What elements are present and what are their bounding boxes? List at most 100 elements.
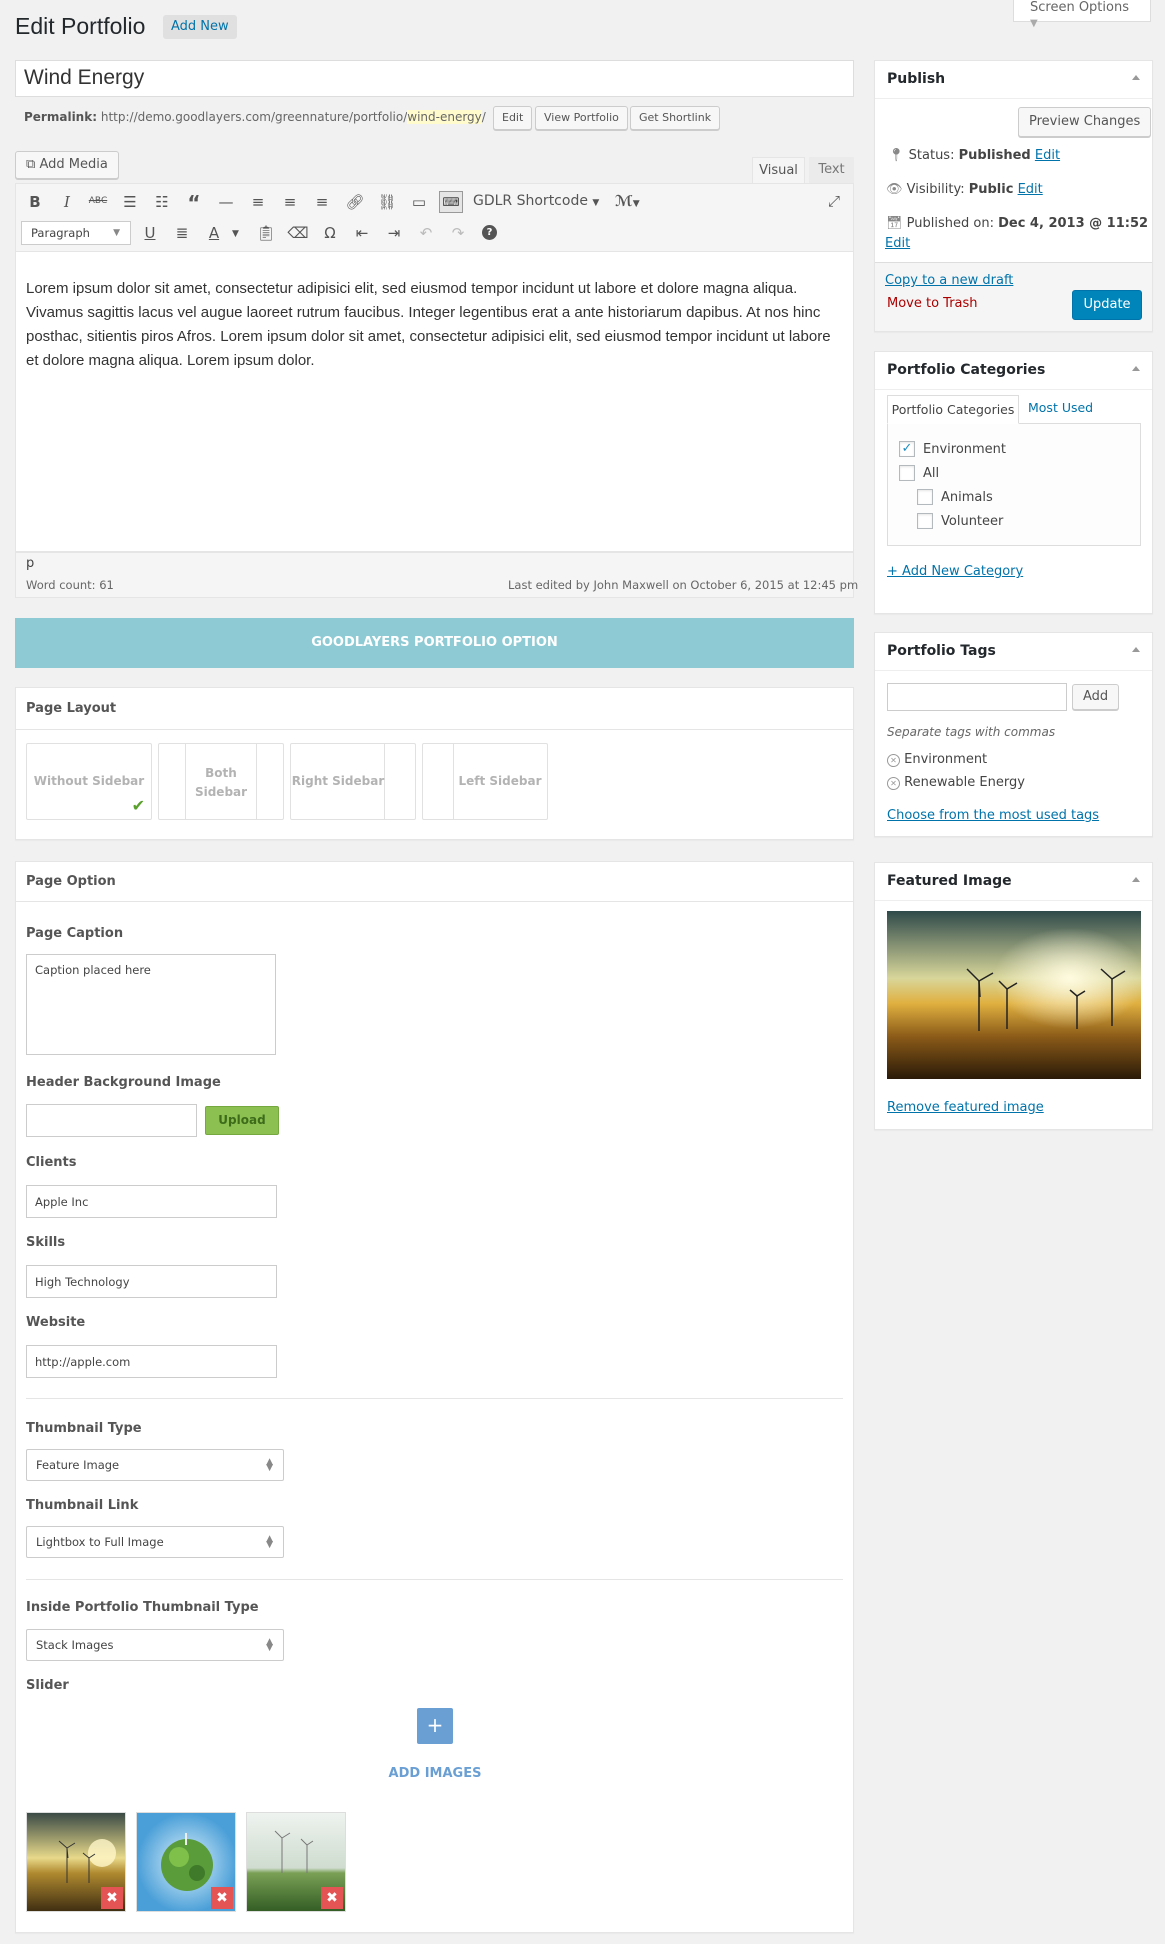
status-value: Published (958, 148, 1031, 163)
permalink-slug[interactable]: wind-energy (407, 110, 482, 124)
publish-title: Publish (887, 71, 946, 87)
unlink-icon[interactable]: ⛓︎ (376, 193, 398, 211)
toolbar-toggle-icon[interactable]: ⌨ (439, 191, 463, 213)
bold-icon[interactable]: B (24, 193, 46, 211)
italic-icon[interactable]: I (56, 193, 78, 211)
tag-input[interactable] (887, 683, 1067, 711)
special-char-icon[interactable]: Ω (319, 224, 341, 242)
thumbnail-link-select[interactable]: Lightbox to Full Image ▲ ▼ (26, 1526, 284, 1558)
redo-icon[interactable]: ↷ (447, 224, 469, 242)
layout-right-sidebar[interactable]: Right Sidebar (290, 743, 416, 820)
indent-icon[interactable]: ⇥ (383, 224, 405, 242)
clients-input[interactable]: Apple Inc (26, 1185, 277, 1218)
delete-image-button[interactable]: ✖ (321, 1887, 343, 1909)
fullscreen-icon[interactable]: ⤢ (823, 192, 845, 210)
category-checkbox[interactable] (917, 513, 933, 529)
move-to-trash-link[interactable]: Move to Trash (887, 296, 978, 311)
tag-label: Environment (904, 752, 988, 767)
skills-input[interactable]: High Technology (26, 1265, 277, 1298)
format-label: Paragraph (31, 226, 90, 240)
upload-button[interactable]: Upload (205, 1106, 279, 1135)
read-more-icon[interactable]: ▭ (408, 193, 430, 211)
page-caption-label: Page Caption (26, 926, 124, 941)
caret-down-icon[interactable]: ▼ (232, 229, 239, 239)
text-color-icon[interactable]: A (203, 224, 225, 242)
layout-left-sidebar[interactable]: Left Sidebar (422, 743, 548, 820)
get-shortlink-button[interactable]: Get Shortlink (630, 106, 721, 130)
tab-most-used[interactable]: Most Used (1028, 400, 1093, 415)
screen-options-button[interactable]: Screen Options ▼ (1013, 0, 1151, 29)
add-tag-button[interactable]: Add (1072, 684, 1120, 710)
add-new-category-link[interactable]: + Add New Category (887, 564, 1023, 579)
page-caption-textarea[interactable]: Caption placed here (26, 954, 276, 1055)
thumbnail-type-select[interactable]: Feature Image ▲ ▼ (26, 1449, 284, 1481)
undo-icon[interactable]: ↶ (415, 224, 437, 242)
collapse-arrow-icon[interactable] (1132, 366, 1140, 371)
align-left-icon[interactable]: ≡ (247, 193, 269, 211)
featured-image[interactable] (887, 911, 1141, 1079)
remove-featured-image-link[interactable]: Remove featured image (887, 1100, 1044, 1115)
permalink-edit-button[interactable]: Edit (493, 106, 533, 130)
bullet-list-icon[interactable]: ☰ (119, 193, 141, 211)
add-media-button[interactable]: ⧉ Add Media (15, 151, 119, 179)
inside-thumbnail-select[interactable]: Stack Images ▲ ▼ (26, 1629, 284, 1661)
tab-all-categories[interactable]: Portfolio Categories (887, 395, 1019, 424)
edit-status-link[interactable]: Edit (1035, 148, 1060, 163)
preview-changes-button[interactable]: Preview Changes (1018, 107, 1152, 137)
collapse-arrow-icon[interactable] (1132, 75, 1140, 80)
permalink: Permalink: http://demo.goodlayers.com/gr… (24, 110, 486, 124)
delete-image-button[interactable]: ✖ (101, 1887, 123, 1909)
gdlr-shortcode-dropdown[interactable]: GDLR Shortcode ▼ (473, 193, 599, 209)
copy-draft-link[interactable]: Copy to a new draft (885, 273, 1013, 288)
select-arrows-icon: ▲ ▼ (266, 1637, 273, 1653)
editor-content[interactable]: Lorem ipsum dolor sit amet, consectetur … (15, 252, 854, 552)
header-bg-input[interactable] (26, 1104, 197, 1137)
category-label: All (923, 466, 940, 481)
delete-image-button[interactable]: ✖ (211, 1887, 233, 1909)
update-button[interactable]: Update (1072, 290, 1142, 320)
justify-icon[interactable]: ≣ (171, 224, 193, 242)
collapse-arrow-icon[interactable] (1132, 647, 1140, 652)
website-input[interactable]: http://apple.com (26, 1345, 277, 1378)
edit-visibility-link[interactable]: Edit (1018, 182, 1043, 197)
align-center-icon[interactable]: ≡ (279, 193, 301, 211)
post-title-input[interactable]: Wind Energy (15, 60, 854, 97)
horizontal-rule-icon[interactable]: — (215, 193, 237, 211)
collapse-arrow-icon[interactable] (1132, 877, 1140, 882)
add-images-plus-button[interactable]: + (417, 1708, 453, 1744)
view-portfolio-button[interactable]: View Portfolio (535, 106, 628, 130)
page-option-title: Page Option (26, 874, 116, 889)
clear-format-icon[interactable]: ⌫ (287, 224, 309, 242)
tag-item: ✕ Environment (887, 752, 987, 767)
tab-text[interactable]: Text (809, 157, 854, 183)
edit-date-link[interactable]: Edit (885, 236, 910, 251)
element-path[interactable]: p (26, 556, 34, 571)
layout-both-sidebar[interactable]: Both Sidebar (158, 743, 284, 820)
format-select[interactable]: Paragraph ▼ (21, 221, 131, 245)
blockquote-icon[interactable]: “ (183, 191, 205, 215)
tab-visual[interactable]: Visual (752, 157, 805, 183)
strikethrough-icon[interactable]: ABC (87, 196, 109, 206)
gdlr-shortcode-label: GDLR Shortcode (473, 193, 588, 209)
plus-icon: + (426, 1713, 444, 1737)
paste-text-icon[interactable]: 📋︎ (255, 224, 277, 242)
layout-without-sidebar[interactable]: Without Sidebar ✔ (26, 743, 152, 820)
numbered-list-icon[interactable]: ☷ (151, 193, 173, 211)
underline-icon[interactable]: U (139, 224, 161, 242)
slider-label: Slider (26, 1678, 69, 1693)
align-right-icon[interactable]: ≡ (311, 193, 333, 211)
help-icon[interactable]: ? (482, 225, 497, 240)
category-checkbox[interactable]: ✓ (899, 441, 915, 457)
remove-tag-icon[interactable]: ✕ (887, 754, 900, 767)
m-icon[interactable]: ℳ▼ (615, 192, 640, 210)
link-icon[interactable]: 🔗︎ (344, 193, 366, 211)
category-checkbox[interactable] (899, 465, 915, 481)
add-images-link[interactable]: ADD IMAGES (375, 1766, 495, 1781)
choose-tags-link[interactable]: Choose from the most used tags (887, 808, 1099, 823)
outdent-icon[interactable]: ⇤ (351, 224, 373, 242)
add-new-button[interactable]: Add New (163, 15, 237, 39)
category-checkbox[interactable] (917, 489, 933, 505)
website-label: Website (26, 1315, 86, 1330)
wind-turbine-photo (887, 911, 1141, 1079)
remove-tag-icon[interactable]: ✕ (887, 777, 900, 790)
